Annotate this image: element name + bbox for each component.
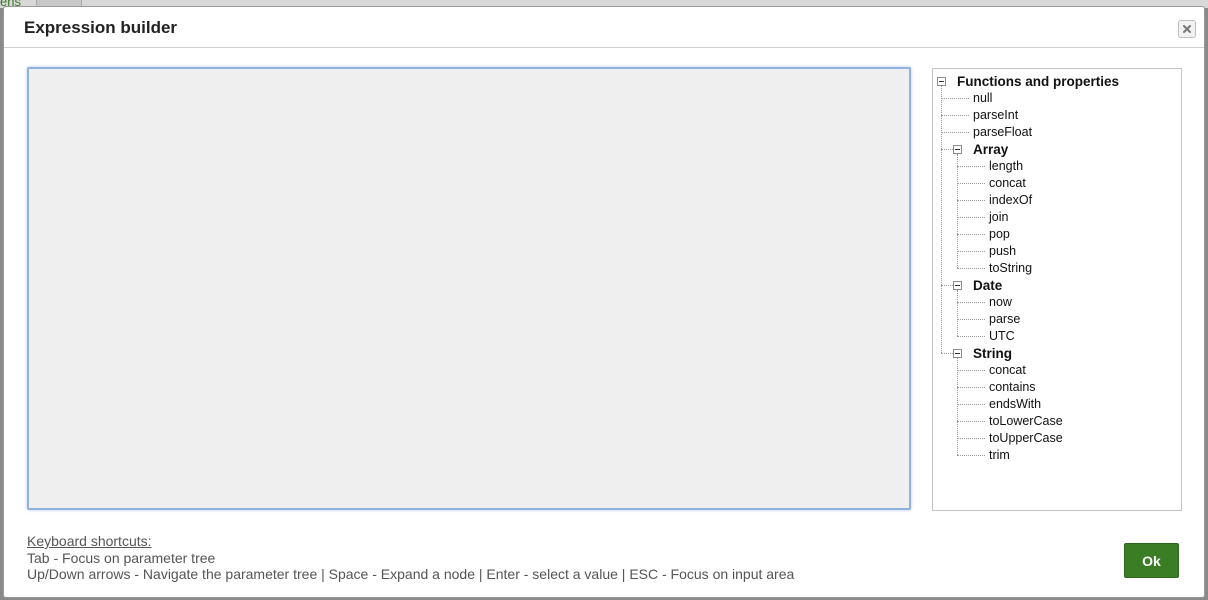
tree-item-array-indexof[interactable]: indexOf (989, 192, 1032, 209)
tree-root-functions[interactable]: Functions and properties (957, 73, 1119, 90)
tree-connector (941, 98, 969, 99)
tree-item-string-endswith[interactable]: endsWith (989, 396, 1041, 413)
tree-connector (957, 370, 985, 371)
tree-item-date-parse[interactable]: parse (989, 311, 1020, 328)
tree-item-array-join[interactable]: join (989, 209, 1008, 226)
tree-item-date-now[interactable]: now (989, 294, 1012, 311)
tree-connector (957, 268, 985, 269)
tree-connector (957, 166, 985, 167)
group-collapse-toggle-date[interactable] (953, 281, 962, 290)
dialog-header: Expression builder (4, 7, 1204, 48)
group-collapse-toggle-array[interactable] (953, 145, 962, 154)
tree-connector (957, 319, 985, 320)
shortcut-line-1: Tab - Focus on parameter tree (27, 549, 216, 566)
tree-connector (957, 438, 985, 439)
tree-connector (941, 149, 953, 150)
tree-connector (957, 421, 985, 422)
tree-connector (957, 217, 985, 218)
tree-connector (957, 404, 985, 405)
tree-connector (957, 387, 985, 388)
tree-item-string-concat[interactable]: concat (989, 362, 1026, 379)
close-button[interactable] (1178, 20, 1196, 38)
tree-connector (957, 183, 985, 184)
tree-connector (941, 353, 953, 354)
close-icon (1183, 25, 1191, 33)
tree-connector (941, 132, 969, 133)
tree-item-string-trim[interactable]: trim (989, 447, 1010, 464)
tree-connector (957, 200, 985, 201)
tree-connector (957, 290, 958, 336)
shortcut-line-2: Up/Down arrows - Navigate the parameter … (27, 566, 795, 582)
tree-item-parseInt[interactable]: parseInt (973, 107, 1018, 124)
expression-input[interactable] (27, 67, 911, 510)
tree-group-string[interactable]: String (973, 345, 1012, 362)
tree-connector (957, 251, 985, 252)
tree-item-array-length[interactable]: length (989, 158, 1023, 175)
tree-item-parseFloat[interactable]: parseFloat (973, 124, 1032, 141)
tree-item-array-tostring[interactable]: toString (989, 260, 1032, 277)
tree-connector (957, 455, 985, 456)
tree-connector (957, 336, 985, 337)
shortcuts-heading: Keyboard shortcuts: (27, 533, 152, 549)
tree-connector (941, 115, 969, 116)
tree-connector (957, 234, 985, 235)
tree-group-array[interactable]: Array (973, 141, 1008, 158)
tree-connector (957, 154, 958, 268)
keyboard-shortcuts: Keyboard shortcuts: Tab - Focus on param… (27, 533, 794, 583)
tree-connector (957, 302, 985, 303)
expression-builder-dialog: Expression builder Functions and propert… (3, 6, 1205, 598)
dialog-title: Expression builder (24, 18, 178, 37)
root-collapse-toggle[interactable] (937, 77, 946, 86)
tree-item-string-contains[interactable]: contains (989, 379, 1036, 396)
tree-item-date-utc[interactable]: UTC (989, 328, 1015, 345)
tree-connector (941, 285, 953, 286)
tree-item-array-pop[interactable]: pop (989, 226, 1010, 243)
tree-item-array-concat[interactable]: concat (989, 175, 1026, 192)
tree-connector (941, 86, 942, 353)
tree-item-null[interactable]: null (973, 90, 992, 107)
group-collapse-toggle-string[interactable] (953, 349, 962, 358)
tree-item-string-tolowercase[interactable]: toLowerCase (989, 413, 1063, 430)
tree-group-date[interactable]: Date (973, 277, 1002, 294)
tree-item-string-touppercase[interactable]: toUpperCase (989, 430, 1063, 447)
tree-item-array-push[interactable]: push (989, 243, 1016, 260)
tree-connector (957, 358, 958, 455)
ok-button[interactable]: Ok (1124, 543, 1179, 578)
parameter-tree[interactable]: Functions and properties null parseInt pars… (932, 68, 1182, 511)
